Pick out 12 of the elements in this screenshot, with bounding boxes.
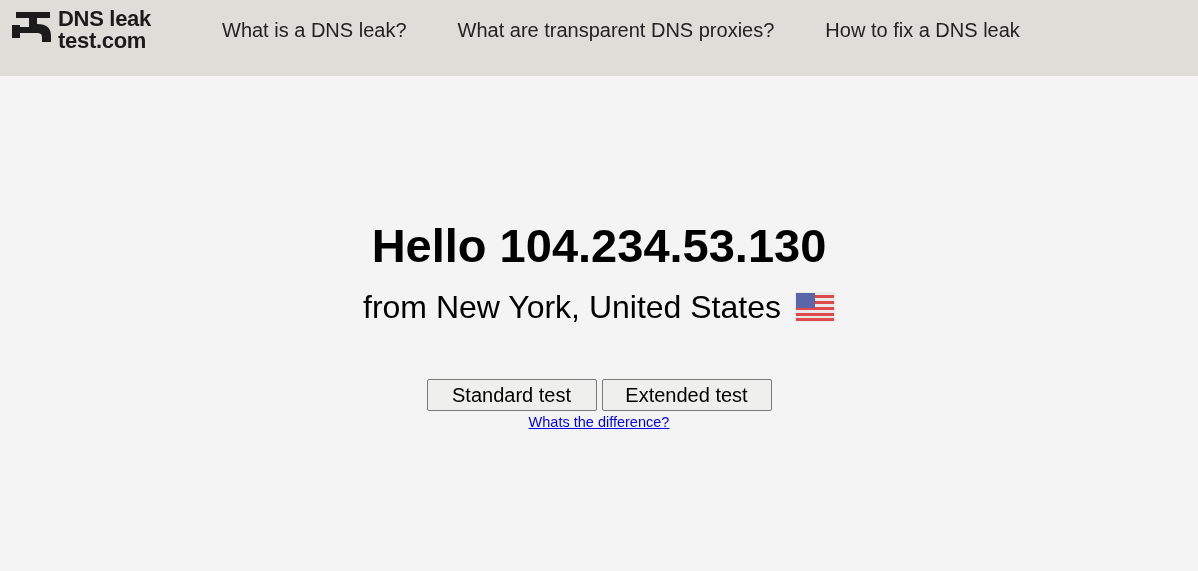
test-button[interactable]: Extended test [601,379,772,411]
logo-text: test.com [58,30,148,52]
difference-link[interactable]: Whats the difference? [528,414,670,430]
nav-link[interactable]: What is a DNS leak? [222,19,407,42]
test-button[interactable]: Standard test [426,379,597,411]
flag-icon [795,292,835,322]
logo-text: DNS leak [58,8,151,30]
location-text: from New York, United States [363,288,781,327]
site-logo[interactable]: DNS leak test.com [10,6,222,54]
nav-link[interactable]: How to fix a DNS leak [825,19,1020,42]
greeting-heading: Hello 104.234.53.130 [371,218,827,274]
nav-link[interactable]: What are transparent DNS proxies? [457,19,775,42]
